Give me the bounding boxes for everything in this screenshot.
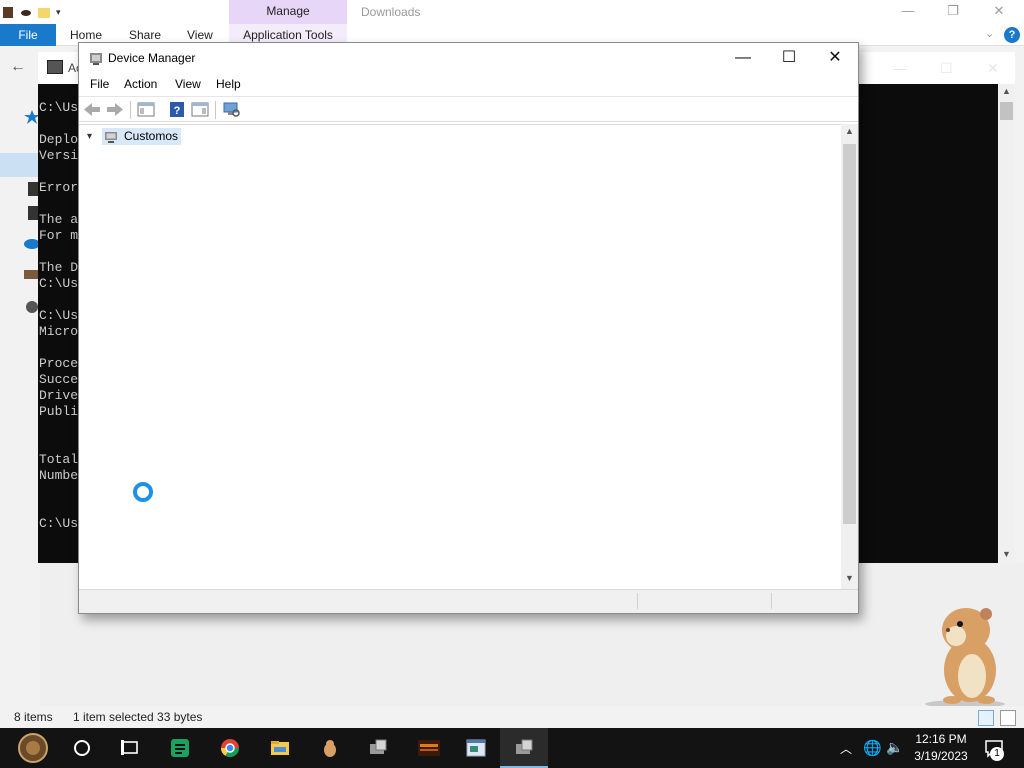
scroll-thumb[interactable] <box>1000 102 1013 120</box>
back-arrow-icon[interactable]: ← <box>10 58 26 76</box>
explorer-title: Downloads <box>361 5 421 19</box>
scan-hardware-icon[interactable] <box>222 101 240 118</box>
taskbar-app-hamster[interactable] <box>306 728 354 768</box>
hamster-icon <box>324 740 336 757</box>
properties-icon[interactable] <box>20 5 32 19</box>
device-manager-status-bar <box>79 589 858 613</box>
explorer-title-bar: ▾ Manage Downloads — ❐ ✕ <box>0 0 1024 24</box>
computer-icon <box>105 132 117 143</box>
app-icon <box>3 7 13 18</box>
menu-action[interactable]: Action <box>124 77 157 91</box>
show-hide-action-pane-icon[interactable] <box>191 101 209 118</box>
tree-root-label: Customos <box>124 129 179 143</box>
item-count: 8 items <box>14 710 53 724</box>
console-maximize-button[interactable]: ☐ <box>940 60 953 77</box>
close-button[interactable]: ✕ <box>812 43 858 73</box>
folder-icon <box>271 741 289 755</box>
view-switcher <box>978 710 1018 726</box>
device-manager-icon <box>90 53 102 65</box>
menu-bar: File Action View Help <box>79 73 858 95</box>
system-tray: ︿ 🌐 🔈 12:16 PM 3/19/2023 1 <box>836 728 1024 768</box>
explorer-close-button[interactable]: ✕ <box>987 2 1011 20</box>
tree-scrollbar[interactable]: ▲ ▼ <box>841 124 858 589</box>
selection-info: 1 item selected 33 bytes <box>73 710 203 724</box>
svg-text:?: ? <box>174 105 181 117</box>
menu-view[interactable]: View <box>175 77 201 91</box>
window-title: Device Manager <box>108 51 196 65</box>
explorer-status-bar: 8 items 1 item selected 33 bytes <box>0 706 1024 728</box>
expand-ribbon-icon[interactable]: ⌄ <box>985 27 994 40</box>
large-icons-view-icon[interactable] <box>1000 710 1016 726</box>
manage-context-tab[interactable]: Manage <box>229 0 347 24</box>
device-manager-window: Device Manager — ☐ ✕ File Action View He… <box>78 42 859 614</box>
back-icon[interactable] <box>83 101 101 118</box>
status-divider <box>637 593 638 609</box>
taskbar-app-file-explorer[interactable] <box>256 728 304 768</box>
navigation-buttons: ← <box>0 46 40 86</box>
details-view-icon[interactable] <box>978 710 994 726</box>
computer-icon <box>370 739 387 754</box>
search-icon <box>74 740 90 756</box>
start-button[interactable] <box>10 728 58 768</box>
help-icon[interactable]: ? <box>1004 27 1020 43</box>
scroll-down-icon[interactable]: ▼ <box>845 573 854 583</box>
console-scrollbar[interactable]: ▲ ▼ <box>998 84 1015 563</box>
navigation-pane <box>0 86 40 706</box>
hamster-image <box>925 608 1005 708</box>
busy-cursor-icon <box>133 482 153 502</box>
menu-help[interactable]: Help <box>216 77 241 91</box>
device-manager-icon <box>516 739 533 754</box>
nav-selected-highlight <box>0 153 40 177</box>
clock-date[interactable]: 3/19/2023 <box>912 749 970 763</box>
new-folder-icon[interactable] <box>38 5 50 19</box>
status-divider <box>771 593 772 609</box>
task-view-icon <box>121 740 138 755</box>
notification-count-badge: 1 <box>990 747 1004 761</box>
explorer-maximize-button[interactable]: ❐ <box>941 2 965 20</box>
customize-quick-access-icon[interactable]: ▾ <box>56 7 61 18</box>
show-hidden-icons-icon[interactable]: ︿ <box>840 740 852 757</box>
start-icon <box>18 733 48 763</box>
toolbar-separator <box>130 101 131 119</box>
game-icon <box>418 740 440 756</box>
console-minimize-button[interactable]: — <box>893 60 907 76</box>
task-view-button[interactable] <box>106 728 154 768</box>
scroll-up-icon[interactable]: ▲ <box>1002 86 1011 96</box>
tab-file[interactable]: File <box>0 24 56 46</box>
menu-file[interactable]: File <box>90 77 109 91</box>
forward-icon[interactable] <box>106 101 124 118</box>
device-manager-title-bar[interactable]: Device Manager — ☐ ✕ <box>79 43 858 73</box>
show-hide-console-tree-icon[interactable] <box>137 101 155 118</box>
scroll-up-icon[interactable]: ▲ <box>845 126 854 136</box>
taskbar-app-device-manager-2[interactable] <box>500 728 548 768</box>
help-icon[interactable]: ? <box>168 101 186 118</box>
toolbar: ? <box>79 96 858 122</box>
taskbar-app-sheets[interactable] <box>156 728 204 768</box>
scroll-thumb[interactable] <box>843 144 856 524</box>
taskbar-app-game[interactable] <box>404 728 452 768</box>
maximize-button[interactable]: ☐ <box>766 43 812 73</box>
clock-time[interactable]: 12:16 PM <box>914 732 968 746</box>
taskbar-app-console[interactable] <box>452 728 500 768</box>
explorer-minimize-button[interactable]: — <box>896 2 920 20</box>
taskbar: ︿ 🌐 🔈 12:16 PM 3/19/2023 1 <box>0 728 1024 768</box>
window-icon <box>466 739 486 757</box>
console-app-icon <box>47 60 63 74</box>
device-tree[interactable]: ▾ Customos <box>79 124 841 589</box>
network-globe-icon[interactable]: 🌐 <box>863 739 882 757</box>
search-button[interactable] <box>58 728 106 768</box>
taskbar-app-device-manager-1[interactable] <box>354 728 402 768</box>
console-close-button[interactable]: ✕ <box>987 60 999 77</box>
green-app-icon <box>171 739 189 757</box>
taskbar-app-chrome[interactable] <box>206 728 254 768</box>
volume-icon[interactable]: 🔈 <box>886 739 903 756</box>
minimize-button[interactable]: — <box>720 43 766 73</box>
chevron-down-icon[interactable]: ▾ <box>87 131 92 142</box>
quick-access-toolbar: ▾ <box>2 3 61 21</box>
scroll-down-icon[interactable]: ▼ <box>1002 549 1011 559</box>
toolbar-separator <box>215 101 216 119</box>
chrome-icon <box>221 739 239 758</box>
